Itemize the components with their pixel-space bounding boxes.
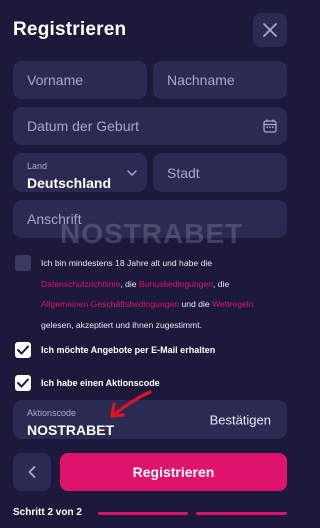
betting-rules-link[interactable]: Wettregeln	[212, 299, 253, 309]
birthdate-field[interactable]: Datum der Geburt	[13, 107, 287, 145]
offers-checkbox[interactable]	[15, 342, 31, 358]
promo-code-checkbox[interactable]	[15, 375, 31, 391]
terms-checkbox[interactable]	[15, 255, 31, 271]
promo-code-value: NOSTRABET	[27, 422, 115, 438]
terms-sep2: , die	[213, 278, 230, 289]
first-name-placeholder: Vorname	[27, 72, 84, 88]
last-name-field[interactable]: Nachname	[153, 61, 287, 99]
bonus-terms-link[interactable]: Bonusbedingungen	[139, 279, 213, 289]
birthdate-placeholder: Datum der Geburt	[27, 118, 140, 134]
terms-text-part2: gelesen, akzeptiert und ihnen zugestimmt…	[41, 319, 202, 330]
step-indicator: Schritt 2 von 2	[13, 507, 82, 518]
progress-step-1	[98, 512, 188, 515]
terms-text: Ich bin mindestens 18 Jahre alt und habe…	[41, 253, 291, 335]
close-icon	[263, 23, 277, 37]
first-name-field[interactable]: Vorname	[13, 61, 147, 99]
promo-code-checkbox-label: Ich habe einen Aktionscode	[41, 378, 160, 388]
city-field[interactable]: Stadt	[153, 153, 287, 192]
country-value: Deutschland	[27, 175, 112, 191]
checkmark-icon	[17, 345, 29, 355]
back-button[interactable]	[13, 453, 51, 491]
confirm-button[interactable]: Bestätigen	[210, 412, 271, 427]
terms-sep1: , die	[120, 278, 139, 289]
arrow-icon	[110, 390, 152, 418]
terms-sep3: und die	[179, 299, 213, 309]
calendar-icon[interactable]	[263, 119, 277, 133]
general-terms-link[interactable]: Allgemeinen Geschäftsbedingungen	[41, 299, 179, 309]
progress-step-2	[196, 512, 287, 515]
header: Registrieren	[0, 0, 300, 62]
promo-code-label: Aktionscode	[27, 408, 77, 418]
terms-text-part1: Ich bin mindestens 18 Jahre alt und habe…	[41, 258, 213, 268]
country-label: Land	[27, 161, 48, 171]
privacy-policy-link[interactable]: Datenschutzrichtlinie	[41, 279, 120, 289]
checkmark-icon	[17, 378, 29, 388]
register-button[interactable]: Registrieren	[60, 453, 287, 491]
city-placeholder: Stadt	[167, 164, 200, 181]
offers-label: Ich möchte Angebote per E-Mail erhalten	[41, 345, 216, 355]
country-select[interactable]: Land Deutschland	[13, 153, 147, 192]
chevron-down-icon	[127, 169, 137, 176]
watermark-logo: NOSTRABET	[60, 218, 244, 249]
last-name-placeholder: Nachname	[167, 72, 235, 88]
chevron-left-icon	[28, 466, 36, 478]
page-title: Registrieren	[13, 19, 127, 40]
close-button[interactable]	[253, 13, 287, 47]
